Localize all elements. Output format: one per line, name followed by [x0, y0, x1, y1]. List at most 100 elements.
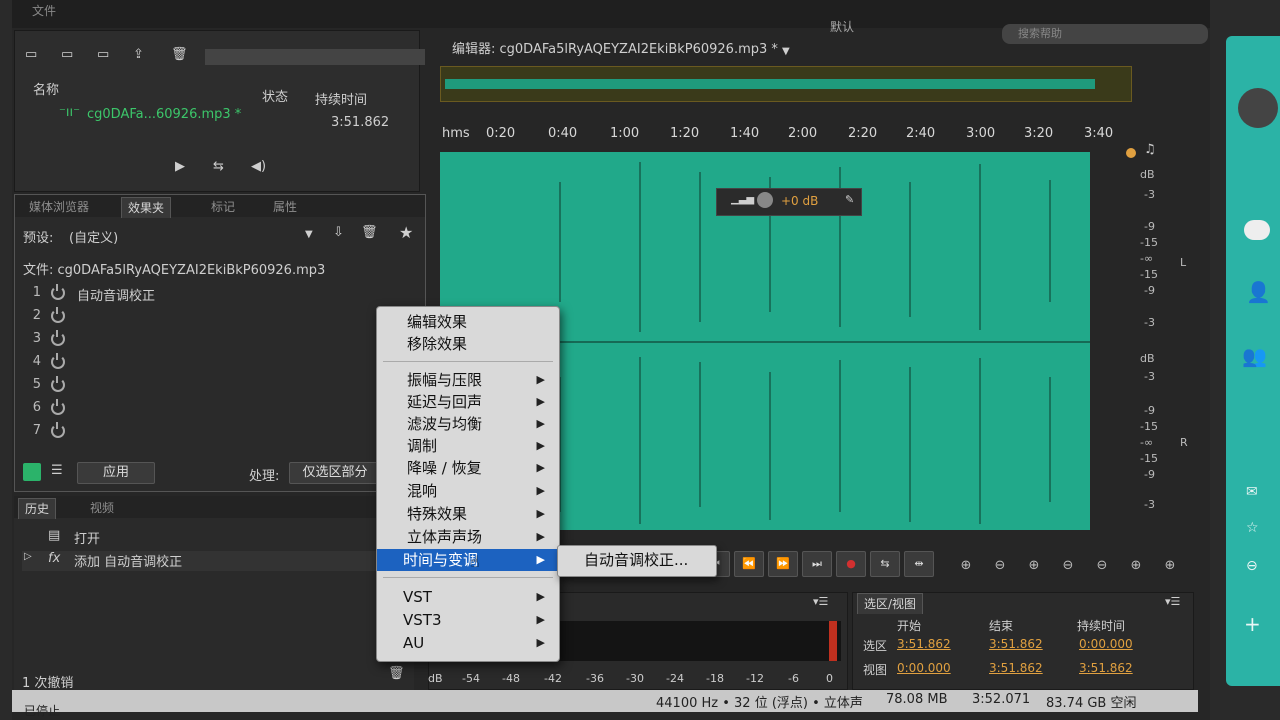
volume-knob-icon[interactable]: [757, 192, 773, 208]
selection-start[interactable]: 3:51.862: [897, 637, 951, 651]
power-icon[interactable]: [51, 353, 65, 369]
menu-item-au[interactable]: AU ▶: [377, 632, 559, 654]
tab-selection-view[interactable]: 选区/视图: [857, 593, 924, 614]
power-icon[interactable]: [51, 307, 65, 323]
effect-slot[interactable]: 4: [25, 353, 365, 376]
power-icon[interactable]: [51, 376, 65, 392]
power-icon[interactable]: [51, 422, 65, 438]
history-item[interactable]: ▷ fx 添加 自动音调校正: [22, 551, 402, 571]
speaker-icon[interactable]: ◀): [251, 159, 266, 174]
loop-icon[interactable]: ⇆: [213, 159, 224, 174]
loop-button[interactable]: ⇆: [870, 551, 900, 577]
mail-icon[interactable]: ✉: [1246, 484, 1258, 500]
star-icon[interactable]: ☆: [1246, 520, 1259, 536]
view-duration[interactable]: 3:51.862: [1079, 661, 1133, 675]
trash-icon[interactable]: 🗑: [171, 47, 188, 62]
effect-slot[interactable]: 2: [25, 307, 365, 330]
fast-forward-button[interactable]: ⏩: [768, 551, 798, 577]
history-trash-icon[interactable]: 🗑: [388, 666, 405, 681]
zoom-in-time-icon[interactable]: ⊕: [1022, 555, 1046, 577]
tab-history[interactable]: 历史: [18, 498, 57, 519]
groups-icon[interactable]: 👥: [1242, 344, 1267, 368]
effect-slot[interactable]: 5: [25, 376, 365, 399]
col-name[interactable]: 名称: [33, 79, 59, 98]
rack-power-icon[interactable]: [23, 463, 41, 481]
file-menu[interactable]: 文件: [32, 2, 72, 22]
delete-preset-icon[interactable]: 🗑: [361, 225, 378, 240]
power-icon[interactable]: [51, 399, 65, 415]
menu-item-amplitude[interactable]: 振幅与压限 ▶: [377, 369, 559, 391]
menu-item-reverb[interactable]: 混响 ▶: [377, 480, 559, 502]
zoom-selection-icon[interactable]: ⊕: [1124, 555, 1148, 577]
add-icon[interactable]: +: [1244, 612, 1261, 636]
menu-item-edit-effect[interactable]: 编辑效果: [377, 311, 559, 333]
contacts-icon[interactable]: 👤: [1246, 280, 1271, 304]
workspace-label[interactable]: 默认: [830, 18, 854, 35]
effect-slot[interactable]: 6: [25, 399, 365, 422]
chevron-down-icon[interactable]: ▼: [305, 229, 313, 240]
record-button[interactable]: ●: [836, 551, 866, 577]
menu-item-time-pitch[interactable]: 时间与变调 ▶: [377, 549, 559, 571]
list-icon[interactable]: ☰: [51, 463, 63, 478]
process-select[interactable]: 仅选区部分: [289, 462, 381, 484]
tab-markers[interactable]: 标记: [205, 197, 241, 217]
export-icon[interactable]: ⇪: [133, 47, 144, 62]
zoom-out-amplitude-icon[interactable]: ⊖: [988, 555, 1012, 577]
selection-end[interactable]: 3:51.862: [989, 637, 1043, 651]
tab-effects-rack[interactable]: 效果夹: [121, 197, 172, 218]
file-row[interactable]: ⁻ıı⁻ cg0DAFa...60926.mp3 * 3:51.862: [59, 105, 409, 130]
play-icon[interactable]: ▶: [175, 159, 185, 174]
view-start[interactable]: 0:00.000: [897, 661, 951, 675]
minus-icon[interactable]: ⊖: [1246, 558, 1258, 574]
col-status[interactable]: 状态: [262, 86, 288, 105]
effect-slot[interactable]: 1 自动音调校正: [25, 284, 365, 307]
avatar[interactable]: [1238, 88, 1278, 128]
editor-dropdown-icon[interactable]: ▼: [782, 46, 790, 57]
pin-icon[interactable]: ✎: [845, 193, 854, 206]
menu-item-delay[interactable]: 延迟与回声 ▶: [377, 391, 559, 413]
menu-item-stereo[interactable]: 立体声声场 ▶: [377, 526, 559, 548]
preset-select[interactable]: (自定义): [69, 227, 309, 246]
menu-item-vst[interactable]: VST ▶: [377, 586, 559, 608]
effect-slot[interactable]: 3: [25, 330, 365, 353]
view-end[interactable]: 3:51.862: [989, 661, 1043, 675]
files-search[interactable]: [205, 49, 425, 65]
power-icon[interactable]: [51, 330, 65, 346]
effect-slot[interactable]: 7: [25, 422, 365, 445]
apply-button[interactable]: 应用: [77, 462, 155, 484]
headphones-icon[interactable]: ♫: [1144, 142, 1156, 157]
search-input[interactable]: 搜索帮助: [1002, 24, 1208, 44]
chat-icon[interactable]: [1244, 220, 1270, 240]
rewind-button[interactable]: ⏪: [734, 551, 764, 577]
tab-video[interactable]: 视频: [84, 498, 120, 518]
goto-end-button[interactable]: ⏭: [802, 551, 832, 577]
import-icon[interactable]: ▭: [61, 47, 73, 62]
zoom-reset-icon[interactable]: ⊕: [1158, 555, 1182, 577]
zoom-out-time-icon[interactable]: ⊖: [1056, 555, 1080, 577]
zoom-in-amplitude-icon[interactable]: ⊕: [954, 555, 978, 577]
panel-menu-icon[interactable]: ▾☰: [1165, 595, 1180, 608]
volume-value[interactable]: +0 dB: [781, 194, 818, 208]
insert-icon[interactable]: ▭: [97, 47, 109, 62]
menu-item-modulation[interactable]: 调制 ▶: [377, 435, 559, 457]
save-preset-icon[interactable]: ⇩: [333, 225, 344, 240]
hud-volume[interactable]: ▁▃▅ +0 dB ✎: [716, 188, 862, 216]
folder-open-icon[interactable]: ▭: [25, 47, 37, 62]
menu-item-filter[interactable]: 滤波与均衡 ▶: [377, 413, 559, 435]
selection-duration[interactable]: 0:00.000: [1079, 637, 1133, 651]
power-icon[interactable]: [51, 284, 65, 300]
editor-title[interactable]: 编辑器: cg0DAFa5lRyAQEYZAI2EkiBkP60926.mp3 …: [452, 38, 778, 57]
tab-properties[interactable]: 属性: [267, 197, 303, 217]
favorite-star-icon[interactable]: ★: [399, 223, 413, 242]
skip-button[interactable]: ⇹: [904, 551, 934, 577]
playhead-marker-icon[interactable]: [1126, 148, 1136, 158]
submenu-auto-pitch-correction[interactable]: 自动音调校正...: [557, 545, 717, 577]
tab-media-browser[interactable]: 媒体浏览器: [23, 197, 95, 217]
overview-waveform[interactable]: [440, 66, 1132, 102]
history-item[interactable]: ▤ 打开: [48, 528, 398, 548]
menu-item-remove-effect[interactable]: 移除效果: [377, 333, 559, 355]
menu-item-noise-reduction[interactable]: 降噪 / 恢复 ▶: [377, 457, 559, 479]
menu-item-vst3[interactable]: VST3 ▶: [377, 609, 559, 631]
panel-menu-icon[interactable]: ▾☰: [813, 595, 828, 608]
menu-item-special[interactable]: 特殊效果 ▶: [377, 503, 559, 525]
